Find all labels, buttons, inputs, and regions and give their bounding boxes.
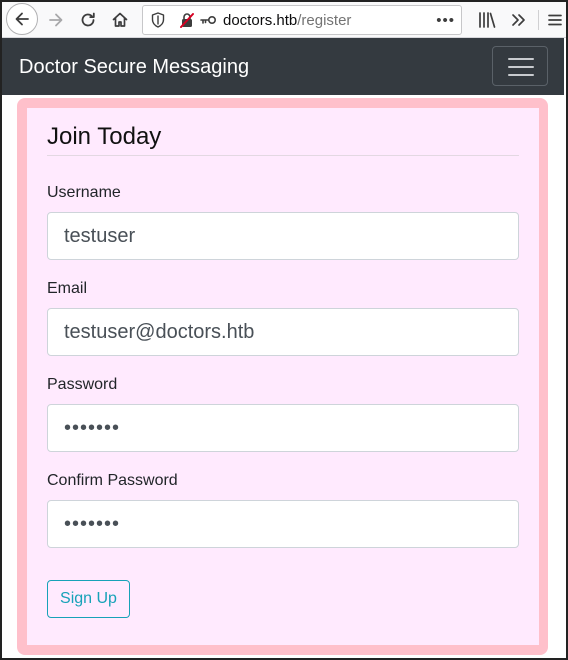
back-arrow-icon [15,12,29,26]
home-icon [112,12,128,27]
password-label: Password [47,376,118,393]
navbar-brand[interactable]: Doctor Secure Messaging [19,56,249,79]
username-label: Username [47,184,121,201]
reload-icon [81,12,95,27]
insecure-lock-icon[interactable] [179,12,195,33]
legend-divider [47,155,519,156]
toggler-bar-icon [508,58,534,60]
page-actions-icon[interactable]: ••• [436,12,455,29]
key-icon[interactable] [199,12,217,33]
site-navbar: Doctor Secure Messaging [2,38,564,95]
url-bar[interactable]: doctors.htb/register ••• [142,5,462,35]
username-input[interactable] [47,212,519,260]
tracking-shield-icon[interactable] [151,12,165,33]
reload-button[interactable] [74,5,102,35]
toggler-bar-icon [508,66,534,68]
toolbar-divider [538,10,539,30]
forward-arrow-icon [49,13,63,27]
browser-toolbar: doctors.htb/register ••• [2,2,566,38]
url-text[interactable]: doctors.htb/register [223,12,351,29]
library-icon[interactable] [474,5,500,35]
back-button[interactable] [6,3,38,35]
hamburger-menu-icon[interactable] [544,5,566,35]
toggler-bar-icon [508,74,534,76]
password-input[interactable] [47,404,519,452]
email-label: Email [47,280,88,297]
form-legend: Join Today [47,123,162,150]
confirm-password-input[interactable] [47,500,519,548]
home-button[interactable] [106,5,134,35]
email-input[interactable] [47,308,519,356]
forward-button[interactable] [42,5,70,35]
sign-up-button[interactable]: Sign Up [47,580,130,618]
navbar-toggler-button[interactable] [492,46,548,86]
url-path: /register [297,12,352,29]
confirm-password-label: Confirm Password [47,472,178,489]
overflow-chevron-icon[interactable] [506,5,530,35]
url-host: doctors.htb [223,12,298,29]
